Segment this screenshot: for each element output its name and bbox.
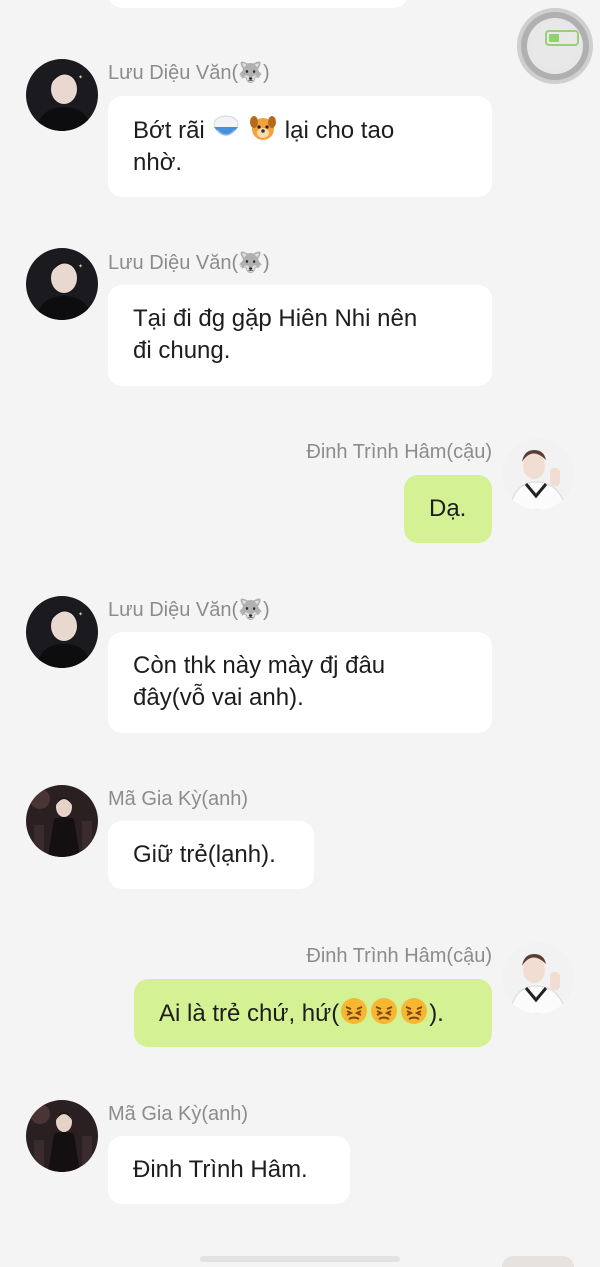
sender-name: Lưu Diệu Văn(🐺) — [108, 599, 270, 621]
message-bubble[interactable]: Đinh Trình Hâm. — [108, 1136, 350, 1204]
svg-text:✦: ✦ — [78, 611, 83, 618]
sweater-boy-avatar-icon — [502, 942, 574, 1014]
sender-name: Lưu Diệu Văn(🐺) — [108, 62, 270, 84]
svg-text:✦: ✦ — [78, 74, 83, 81]
message-bubble[interactable]: Bớt rãi lại cho tao nhờ. — [108, 96, 492, 197]
avatar-luu-dieu-van[interactable]: ✦ — [26, 59, 98, 131]
sender-name: Đinh Trình Hâm(cậu) — [306, 945, 492, 967]
avatar-dinh-trinh-ham[interactable] — [502, 438, 574, 510]
message-bubble[interactable]: Còn thk này mày đj đâu đây(vỗ vai anh). — [108, 632, 492, 733]
next-message-peek — [502, 1256, 574, 1267]
message-text: Dạ. — [429, 495, 467, 522]
home-indicator[interactable] — [200, 1256, 400, 1262]
angry-face-icon — [341, 998, 368, 1024]
avatar-dinh-trinh-ham[interactable] — [502, 942, 574, 1014]
avatar-luu-dieu-van[interactable]: ✦ — [26, 248, 98, 320]
previous-message-bubble-cut — [108, 0, 408, 8]
message-bubble[interactable]: Ai là trẻ chứ, hứ( ). — [134, 979, 492, 1047]
message-text: Giữ trẻ(lạnh). — [133, 841, 276, 868]
dark-suit-boy-avatar-icon: ✦ — [26, 596, 98, 668]
dog-icon — [250, 116, 277, 140]
avatar-ma-gia-ky[interactable] — [26, 1100, 98, 1172]
message-text: Ai là trẻ chứ, hứ( — [159, 1000, 340, 1027]
message-text: Đinh Trình Hâm. — [133, 1156, 308, 1183]
avatar-ma-gia-ky[interactable] — [26, 785, 98, 857]
svg-text:✦: ✦ — [78, 263, 83, 270]
sender-name: Mã Gia Kỳ(anh) — [108, 1103, 249, 1125]
dark-suit-boy-avatar-icon: ✦ — [26, 59, 98, 131]
sender-name: Lưu Diệu Văn(🐺) — [108, 252, 270, 274]
message-text: Bớt rãi — [133, 117, 212, 144]
message-bubble[interactable]: Tại đi đg gặp Hiên Nhi nên đi chung. — [108, 285, 492, 386]
message-text: đây(vỗ vai anh). — [133, 684, 304, 711]
stage-boy-avatar-icon — [26, 1100, 98, 1172]
sweater-boy-avatar-icon — [502, 438, 574, 510]
message-text: Tại đi đg gặp Hiên Nhi nên — [133, 305, 418, 332]
avatar-luu-dieu-van[interactable]: ✦ — [26, 596, 98, 668]
message-bubble[interactable]: Dạ. — [404, 475, 492, 543]
assistive-touch-button[interactable] — [517, 8, 593, 84]
message-text: Còn thk này mày đj đâu — [133, 652, 386, 679]
sender-name: Mã Gia Kỳ(anh) — [108, 788, 249, 810]
message-text: ). — [429, 1000, 444, 1027]
angry-face-icon — [401, 998, 428, 1024]
battery-icon — [545, 30, 579, 46]
message-text: nhờ. — [133, 149, 183, 176]
message-text: lại cho tao — [278, 117, 395, 144]
message-text: đi chung. — [133, 337, 231, 364]
message-bubble[interactable]: Giữ trẻ(lạnh). — [108, 821, 314, 889]
rice-bowl-icon — [213, 115, 239, 136]
chat-thread[interactable]: ✦ Lưu Diệu Văn(🐺) Bớt rãi lại cho tao nh… — [0, 0, 600, 1267]
angry-face-icon — [371, 998, 398, 1024]
stage-boy-avatar-icon — [26, 785, 98, 857]
dark-suit-boy-avatar-icon: ✦ — [26, 248, 98, 320]
sender-name: Đinh Trình Hâm(cậu) — [306, 441, 492, 463]
